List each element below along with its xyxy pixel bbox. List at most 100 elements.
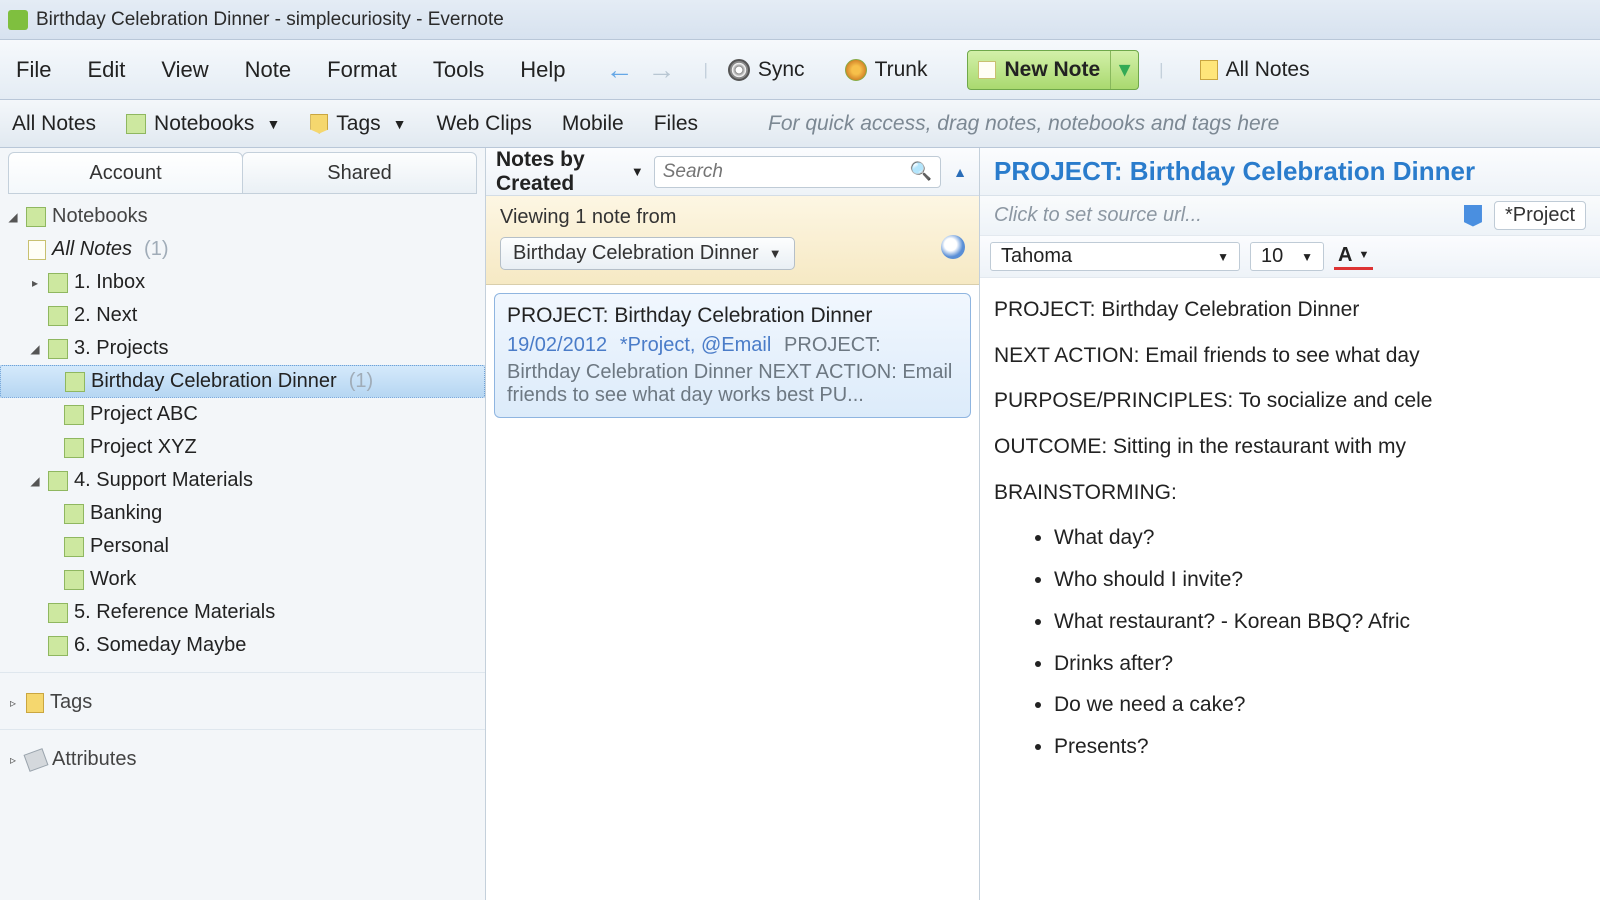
list-item: Presents? [1054, 729, 1586, 765]
search-box[interactable]: 🔍 [654, 156, 941, 188]
shortcut-all-notes[interactable]: All Notes [12, 112, 96, 136]
sync-icon [728, 59, 750, 81]
list-item: Drinks after? [1054, 646, 1586, 682]
note-card-date: 19/02/2012 [507, 334, 607, 356]
tag-icon[interactable] [1464, 205, 1482, 227]
notebook-icon [48, 471, 68, 491]
tree-all-notes[interactable]: All Notes(1) [0, 233, 485, 266]
trunk-button[interactable]: Trunk [845, 58, 928, 82]
window-title: Birthday Celebration Dinner - simplecuri… [36, 9, 504, 31]
menu-file[interactable]: File [16, 57, 51, 83]
notebook-icon [64, 570, 84, 590]
tree-inbox[interactable]: ▸1. Inbox [0, 266, 485, 299]
tree-project-xyz[interactable]: Project XYZ [0, 431, 485, 464]
note-line: OUTCOME: Sitting in the restaurant with … [994, 429, 1586, 465]
list-item: Do we need a cake? [1054, 687, 1586, 723]
font-size-select[interactable]: 10▼ [1250, 242, 1324, 271]
menu-view[interactable]: View [161, 57, 208, 83]
new-note-dropdown[interactable]: ▾ [1110, 51, 1138, 89]
notebook-icon [64, 405, 84, 425]
tree-notebooks[interactable]: ◢Notebooks [0, 200, 485, 233]
notebook-icon [64, 504, 84, 524]
note-card[interactable]: PROJECT: Birthday Celebration Dinner 19/… [494, 293, 971, 418]
tab-shared[interactable]: Shared [242, 152, 477, 194]
notebooks-icon [26, 207, 46, 227]
shortcut-notebooks[interactable]: Notebooks▼ [126, 112, 280, 136]
tree-someday[interactable]: 6. Someday Maybe [0, 629, 485, 662]
tag-chip-project[interactable]: *Project [1494, 201, 1586, 230]
note-card-snippet-2: Birthday Celebration Dinner NEXT ACTION:… [507, 361, 958, 407]
font-color-button[interactable]: A ▼ [1334, 244, 1373, 270]
search-icon[interactable]: 🔍 [910, 161, 932, 182]
sidebar: Account Shared ◢Notebooks All Notes(1) ▸… [0, 148, 486, 900]
window-titlebar: Birthday Celebration Dinner - simplecuri… [0, 0, 1600, 40]
shortcut-mobile[interactable]: Mobile [562, 112, 624, 136]
notebook-icon [64, 537, 84, 557]
tab-account[interactable]: Account [8, 152, 243, 194]
list-item: What day? [1054, 520, 1586, 556]
all-notes-button[interactable]: All Notes [1200, 58, 1310, 82]
tree-attributes[interactable]: ▹Attributes [0, 743, 485, 776]
tree-reference[interactable]: 5. Reference Materials [0, 596, 485, 629]
font-family-select[interactable]: Tahoma▼ [990, 242, 1240, 271]
chevron-down-icon: ▼ [1358, 249, 1369, 261]
note-editor-panel: PROJECT: Birthday Celebration Dinner Cli… [980, 148, 1600, 900]
sort-button[interactable]: Notes by Created▼ [496, 148, 644, 196]
search-in-notebook-icon[interactable] [941, 235, 965, 259]
note-line: BRAINSTORMING: [994, 475, 1586, 511]
collapse-icon[interactable]: ▲ [951, 164, 969, 180]
note-line: NEXT ACTION: Email friends to see what d… [994, 338, 1586, 374]
sync-label: Sync [758, 58, 805, 82]
sync-button[interactable]: Sync [728, 58, 805, 82]
notebook-icon [64, 438, 84, 458]
viewing-bar: Viewing 1 note from Birthday Celebration… [486, 196, 979, 285]
evernote-app-icon [8, 10, 28, 30]
chevron-down-icon: ▼ [631, 164, 644, 179]
tree-project-abc[interactable]: Project ABC [0, 398, 485, 431]
tree-support-personal[interactable]: Personal [0, 530, 485, 563]
note-body[interactable]: PROJECT: Birthday Celebration Dinner NEX… [980, 278, 1600, 900]
menubar: File Edit View Note Format Tools Help [16, 57, 565, 83]
shortcut-files[interactable]: Files [654, 112, 698, 136]
notebook-filter-select[interactable]: Birthday Celebration Dinner▼ [500, 237, 795, 270]
list-item: What restaurant? - Korean BBQ? Afric [1054, 604, 1586, 640]
shortcut-webclips[interactable]: Web Clips [437, 112, 532, 136]
note-card-snippet: PROJECT: [784, 334, 881, 356]
search-input[interactable] [663, 161, 910, 183]
tree-support-work[interactable]: Work [0, 563, 485, 596]
nav-back-icon[interactable]: ← [605, 56, 633, 84]
chevron-down-icon: ▼ [769, 246, 782, 261]
note-line: PURPOSE/PRINCIPLES: To socialize and cel… [994, 383, 1586, 419]
note-title: PROJECT: Birthday Celebration Dinner [994, 156, 1475, 187]
nav-forward-icon[interactable]: → [647, 56, 675, 84]
tree-tags[interactable]: ▹Tags [0, 686, 485, 719]
tag-icon [310, 114, 328, 134]
format-toolbar: Tahoma▼ 10▼ A ▼ [980, 236, 1600, 278]
tree-support[interactable]: ◢4. Support Materials [0, 464, 485, 497]
chevron-down-icon: ▼ [266, 116, 280, 132]
source-url-field[interactable]: Click to set source url... [994, 204, 1202, 227]
menu-tools[interactable]: Tools [433, 57, 484, 83]
menu-help[interactable]: Help [520, 57, 565, 83]
notebook-icon [65, 372, 85, 392]
shortcut-hint: For quick access, drag notes, notebooks … [768, 112, 1279, 136]
shortcut-tags[interactable]: Tags▼ [310, 112, 406, 136]
chevron-down-icon: ▼ [1301, 250, 1313, 264]
tree-project-birthday[interactable]: Birthday Celebration Dinner(1) [0, 365, 485, 398]
chevron-down-icon: ▼ [1217, 250, 1229, 264]
trunk-icon [845, 59, 867, 81]
chevron-down-icon: ▼ [393, 116, 407, 132]
tree-support-banking[interactable]: Banking [0, 497, 485, 530]
tree-next[interactable]: 2. Next [0, 299, 485, 332]
notebook-icon [48, 306, 68, 326]
shortcut-bar: All Notes Notebooks▼ Tags▼ Web Clips Mob… [0, 100, 1600, 148]
menubar-toolbar-row: File Edit View Note Format Tools Help ← … [0, 40, 1600, 100]
menu-note[interactable]: Note [245, 57, 291, 83]
menu-edit[interactable]: Edit [87, 57, 125, 83]
note-icon [978, 61, 996, 79]
menu-format[interactable]: Format [327, 57, 397, 83]
note-title-bar[interactable]: PROJECT: Birthday Celebration Dinner [980, 148, 1600, 196]
tree-projects[interactable]: ◢3. Projects [0, 332, 485, 365]
new-note-button[interactable]: New Note ▾ [967, 50, 1139, 90]
all-notes-label: All Notes [1226, 58, 1310, 82]
